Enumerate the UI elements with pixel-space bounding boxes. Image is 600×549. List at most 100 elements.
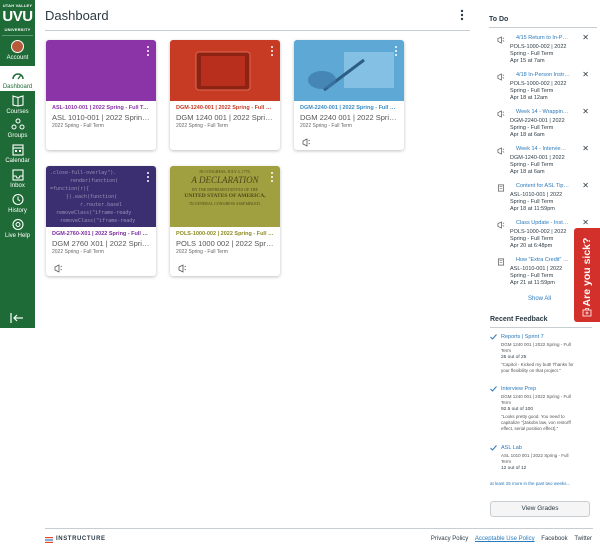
dismiss-todo-button[interactable]: ✕: [582, 145, 589, 153]
privacy-policy-link[interactable]: Privacy Policy: [431, 536, 468, 542]
card-title[interactable]: DGM-2240-001 | 2022 Spring - Full Term: [300, 105, 398, 111]
course-card[interactable]: .close-full-overlay"). render(function( …: [46, 166, 156, 276]
checkmark-icon: [490, 445, 497, 451]
lifesaver-icon: [11, 218, 24, 231]
feedback-item: Reports | Sprint 7 DGM 1240 001 | 2022 S…: [490, 334, 592, 384]
card-title[interactable]: DGM-2760-X01 | 2022 Spring - Full Term: [52, 231, 150, 237]
card-subtitle: DGM 2240 001 | 2022 Spring - Full Term: [300, 113, 398, 122]
todo-term: Spring - Full Term: [510, 236, 554, 242]
course-card[interactable]: ASL-1010-001 | 2022 Spring - Full Term A…: [46, 40, 156, 150]
dismiss-todo-button[interactable]: ✕: [582, 219, 589, 227]
global-navigation: UTAH VALLEY UVU UNIVERSITY Account Dashb…: [0, 0, 35, 328]
feedback-term: Term: [501, 348, 511, 353]
dismiss-todo-button[interactable]: ✕: [582, 34, 589, 42]
course-card[interactable]: IN CONGRESS, JULY 4, 1776. A DECLARATION…: [170, 166, 280, 276]
todo-item: Content for ASL Tip Sheet ✕ ASL-1010-001…: [497, 182, 595, 217]
feedback-item: Interview Prep DGM 1240 001 | 2022 Sprin…: [490, 386, 592, 442]
card-options-icon[interactable]: [144, 171, 152, 183]
todo-course: DGM-1240-001 | 2022: [510, 155, 565, 161]
course-card[interactable]: DGM-1240-001 | 2022 Spring - Full Term D…: [170, 40, 280, 150]
card-title[interactable]: ASL-1010-001 | 2022 Spring - Full Term: [52, 105, 150, 111]
nav-item-inbox[interactable]: Inbox: [0, 168, 35, 192]
card-hero[interactable]: [294, 40, 404, 101]
todo-item: 4/15 Return to In-Person ✕ POLS-1000-002…: [497, 34, 595, 69]
card-title[interactable]: DGM-1240-001 | 2022 Spring - Full Term: [176, 105, 274, 111]
feedback-link[interactable]: Reports | Sprint 7: [501, 334, 544, 340]
inbox-icon: [11, 169, 24, 181]
footer-divider: [45, 528, 593, 529]
todo-link[interactable]: Content for ASL Tip Sheet: [516, 183, 570, 189]
feedback-comment: effect, serial position effect].": [501, 426, 559, 431]
dismiss-todo-button[interactable]: ✕: [582, 108, 589, 116]
todo-link[interactable]: Class Update - Instruction: [516, 220, 570, 226]
nav-item-dashboard[interactable]: Dashboard: [0, 66, 35, 91]
todo-term: Spring - Full Term: [510, 88, 554, 94]
todo-course: POLS-1000-002 | 2022: [510, 229, 567, 235]
todo-term: Spring - Full Term: [510, 125, 554, 131]
collapse-nav-icon[interactable]: [10, 312, 24, 324]
todo-date: Apr 15 at 7am: [510, 58, 545, 64]
card-options-icon[interactable]: [144, 45, 152, 57]
card-hero[interactable]: [46, 40, 156, 101]
nav-item-live-help[interactable]: Live Help: [0, 218, 35, 242]
card-announcements[interactable]: 6: [178, 260, 187, 273]
avatar: [11, 40, 24, 53]
card-actions: 2: [302, 134, 352, 147]
code-text: }).each(function(: [66, 194, 118, 200]
nav-item-account[interactable]: Account: [0, 40, 35, 64]
acceptable-use-policy-link[interactable]: Acceptable Use Policy: [475, 536, 535, 542]
sick-tab-label: Are you sick?: [581, 237, 593, 307]
nav-item-groups[interactable]: Groups: [0, 118, 35, 142]
card-announcements[interactable]: 1: [54, 260, 63, 273]
card-subtitle: DGM 1240 001 | 2022 Spring - Full Term: [176, 113, 274, 122]
feedback-link[interactable]: Interview Prep: [501, 386, 536, 392]
feedback-link[interactable]: ASL Lab: [501, 445, 522, 451]
twitter-link[interactable]: Twitter: [574, 536, 592, 542]
medical-icon: [582, 308, 592, 317]
card-hero[interactable]: IN CONGRESS, JULY 4, 1776. A DECLARATION…: [170, 166, 280, 227]
code-text: r.router.basel: [80, 202, 123, 208]
dismiss-todo-button[interactable]: ✕: [582, 182, 589, 190]
card-announcements[interactable]: 2: [302, 134, 311, 147]
declaration-text: IN CONGRESS, JULY 4, 1776.: [199, 169, 251, 174]
todo-date: Apr 18 at 11:59pm: [510, 206, 555, 212]
card-hero[interactable]: .close-full-overlay"). render(function( …: [46, 166, 156, 227]
view-grades-button[interactable]: View Grades: [490, 501, 590, 517]
todo-link[interactable]: How "Extra Credit" Works: [516, 257, 570, 263]
todo-link[interactable]: Week 14 - Wrapping Up: [516, 109, 570, 115]
card-title[interactable]: POLS-1000-002 | 2022 Spring - Full Term: [176, 231, 274, 237]
card-term: 2022 Spring - Full Term: [176, 123, 228, 129]
dismiss-todo-button[interactable]: ✕: [582, 71, 589, 79]
are-you-sick-tab[interactable]: Are you sick?: [574, 228, 600, 322]
card-hero[interactable]: [170, 40, 280, 101]
todo-link[interactable]: 4/15 Return to In-Person: [516, 35, 570, 41]
dashboard-options-icon[interactable]: [455, 8, 469, 22]
show-all-link[interactable]: Show All: [528, 296, 551, 302]
declaration-text: A DECLARATION: [191, 175, 259, 185]
card-term: 2022 Spring - Full Term: [300, 123, 352, 129]
nav-item-history[interactable]: History: [0, 193, 35, 217]
card-options-icon[interactable]: [392, 45, 400, 57]
card-options-icon[interactable]: [268, 171, 276, 183]
announcement-icon: [178, 264, 187, 273]
code-text: removeClass("iframe-ready: [56, 210, 132, 216]
uvu-logo[interactable]: UTAH VALLEY UVU UNIVERSITY: [2, 2, 33, 36]
todo-link[interactable]: Week 14 - Interview Prep: [516, 146, 570, 152]
instructure-wordmark: INSTRUCTURE: [56, 536, 106, 542]
facebook-link[interactable]: Facebook: [541, 536, 567, 542]
logo-bottom-text: UNIVERSITY: [4, 27, 31, 32]
calendar-icon: [11, 144, 24, 156]
feedback-term: Term: [501, 459, 511, 464]
document-icon: [497, 184, 505, 192]
card-options-icon[interactable]: [268, 45, 276, 57]
nav-item-label: Calendar: [5, 158, 30, 164]
feedback-divider: [490, 327, 592, 328]
declaration-text: UNITED STATES OF AMERICA,: [184, 193, 266, 199]
course-card[interactable]: DGM-2240-001 | 2022 Spring - Full Term D…: [294, 40, 404, 150]
card-term: 2022 Spring - Full Term: [52, 249, 104, 255]
nav-item-courses[interactable]: Courses: [0, 94, 35, 118]
instructure-mark-icon: [45, 537, 53, 543]
nav-item-calendar[interactable]: Calendar: [0, 143, 35, 167]
more-feedback-link[interactable]: at least 25 more in the past two weeks..…: [490, 481, 570, 486]
todo-link[interactable]: 4/18 In-Person Instruction: [516, 72, 570, 78]
